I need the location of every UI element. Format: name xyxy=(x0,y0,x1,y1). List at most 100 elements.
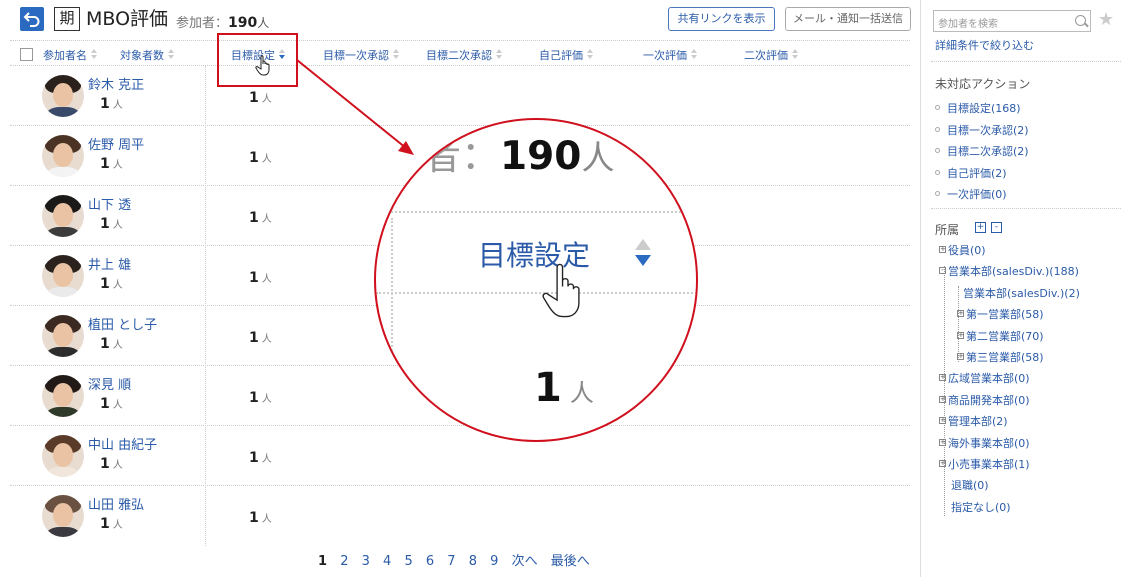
pending-action-goal-second-approval[interactable]: 目標二次承認(2) xyxy=(935,141,1029,163)
goal-setting-count[interactable]: 1人 xyxy=(249,330,272,346)
bullet-icon xyxy=(935,148,940,153)
pagination: 1 2 3 4 5 6 7 8 9 次へ 最後へ xyxy=(318,550,599,569)
org-item[interactable]: + 海外事業本部(0) xyxy=(939,433,1080,454)
column-goal-first-approval[interactable]: 目標一次承認 xyxy=(323,47,400,63)
participant-name-link[interactable]: 井上 雄 xyxy=(88,254,131,273)
goal-setting-count[interactable]: 1人 xyxy=(249,510,272,526)
org-item[interactable]: 営業本部(salesDiv.)(2) xyxy=(939,283,1080,304)
column-goal-second-approval[interactable]: 目標二次承認 xyxy=(426,47,503,63)
expand-icon[interactable]: + xyxy=(939,395,946,403)
next-page-link[interactable]: 次へ xyxy=(512,554,538,569)
count-unit: 人 xyxy=(261,514,272,525)
advanced-filter-link[interactable]: 詳細条件で絞り込む xyxy=(935,37,1034,53)
expand-icon[interactable]: + xyxy=(939,246,946,253)
expand-icon[interactable]: + xyxy=(939,374,946,382)
page-4[interactable]: 4 xyxy=(383,554,391,569)
pending-action-goal-first-approval[interactable]: 目標一次承認(2) xyxy=(935,120,1029,142)
column-label: 一次評価 xyxy=(643,49,687,62)
avatar xyxy=(42,195,84,237)
org-item[interactable]: + 第三営業部(58) xyxy=(939,347,1080,368)
column-self-eval[interactable]: 自己評価 xyxy=(539,47,594,63)
expand-icon[interactable]: + xyxy=(939,417,946,425)
collapse-icon[interactable]: - xyxy=(939,267,946,275)
page-title: MBO評価 xyxy=(86,8,169,30)
page-6[interactable]: 6 xyxy=(426,554,434,569)
back-button[interactable] xyxy=(20,7,44,31)
org-item[interactable]: + 商品開発本部(0) xyxy=(939,390,1080,411)
goal-setting-count[interactable]: 1人 xyxy=(249,390,272,406)
participant-name-link[interactable]: 深見 順 xyxy=(88,374,131,393)
participant-name-link[interactable]: 鈴木 克正 xyxy=(88,74,144,93)
expand-icon[interactable]: + xyxy=(939,438,946,446)
zoom-participants: 者：190人 xyxy=(422,125,614,181)
share-link-button[interactable]: 共有リンクを表示 xyxy=(668,7,775,31)
sort-icon xyxy=(496,49,503,60)
org-title: 所属 xyxy=(935,223,960,237)
bulk-mail-button[interactable]: メール・通知一括送信 xyxy=(785,7,911,31)
target-count: 1人 xyxy=(100,216,123,232)
expand-icon[interactable]: + xyxy=(957,331,964,339)
back-arrow-icon xyxy=(23,12,40,27)
column-target-count[interactable]: 対象者数 xyxy=(120,47,175,63)
participant-name-link[interactable]: 山田 雅弘 xyxy=(88,494,144,513)
column-label: 自己評価 xyxy=(539,49,583,62)
goal-setting-count[interactable]: 1人 xyxy=(249,450,272,466)
org-item[interactable]: + 広域営業本部(0) xyxy=(939,368,1080,389)
goal-setting-count[interactable]: 1人 xyxy=(249,90,272,106)
goal-setting-count[interactable]: 1人 xyxy=(249,210,272,226)
goal-setting-count[interactable]: 1人 xyxy=(249,150,272,166)
org-item[interactable]: + 役員(0) xyxy=(939,240,1080,261)
org-item[interactable]: + 第二営業部(70) xyxy=(939,326,1080,347)
org-item[interactable]: + 第一営業部(58) xyxy=(939,304,1080,325)
count-unit: 人 xyxy=(261,274,272,285)
page-5[interactable]: 5 xyxy=(404,554,412,569)
org-item[interactable]: 退職(0) xyxy=(939,475,1080,496)
avatar xyxy=(42,375,84,417)
zoom-cell-count: 1人 xyxy=(534,365,594,411)
collapse-all-icon[interactable]: - xyxy=(991,222,1002,233)
count-unit: 人 xyxy=(112,100,123,111)
page-8[interactable]: 8 xyxy=(469,554,477,569)
participant-search-input[interactable]: 参加者を検索 xyxy=(933,10,1091,32)
column-label: 二次評価 xyxy=(744,49,788,62)
count-value: 1 xyxy=(249,90,259,106)
zoom-cell-value: 1 xyxy=(534,365,562,411)
last-page-link[interactable]: 最後へ xyxy=(551,554,590,569)
expand-icon[interactable]: + xyxy=(957,353,964,361)
column-participant-name[interactable]: 参加者名 xyxy=(43,47,98,63)
participant-name-link[interactable]: 植田 とし子 xyxy=(88,314,157,333)
participant-name-link[interactable]: 山下 透 xyxy=(88,194,131,213)
pending-action-goal-setting[interactable]: 目標設定(168) xyxy=(935,98,1029,120)
avatar xyxy=(42,495,84,537)
avatar xyxy=(42,315,84,357)
target-count: 1人 xyxy=(100,456,123,472)
org-label: 広域営業本部(0) xyxy=(948,372,1030,386)
count-value: 1 xyxy=(100,396,110,412)
page-2[interactable]: 2 xyxy=(340,554,348,569)
expand-icon[interactable]: + xyxy=(939,460,946,468)
participant-name-link[interactable]: 中山 由紀子 xyxy=(88,434,157,453)
column-first-eval[interactable]: 一次評価 xyxy=(643,47,698,63)
zoom-cell-unit: 人 xyxy=(569,379,594,407)
org-item[interactable]: 指定なし(0) xyxy=(939,497,1080,518)
target-count: 1人 xyxy=(100,156,123,172)
period-badge[interactable]: 期 xyxy=(54,7,80,31)
expand-icon[interactable]: + xyxy=(957,310,964,318)
pending-action-first-eval[interactable]: 一次評価(0) xyxy=(935,184,1029,206)
column-second-eval[interactable]: 二次評価 xyxy=(744,47,799,63)
goal-setting-count[interactable]: 1人 xyxy=(249,270,272,286)
page-9[interactable]: 9 xyxy=(490,554,498,569)
search-icon[interactable] xyxy=(1075,15,1086,26)
org-item[interactable]: + 管理本部(2) xyxy=(939,411,1080,432)
org-item[interactable]: + 小売事業本部(1) xyxy=(939,454,1080,475)
page-7[interactable]: 7 xyxy=(447,554,455,569)
sort-icon xyxy=(691,49,698,60)
count-value: 1 xyxy=(249,390,259,406)
participant-name-link[interactable]: 佐野 周平 xyxy=(88,134,144,153)
pending-action-self-eval[interactable]: 自己評価(2) xyxy=(935,163,1029,185)
select-all-checkbox[interactable] xyxy=(20,48,33,61)
org-item[interactable]: - 営業本部(salesDiv.)(188) xyxy=(939,261,1080,282)
star-icon[interactable]: ★ xyxy=(1098,10,1114,30)
expand-all-icon[interactable]: + xyxy=(975,222,986,233)
page-3[interactable]: 3 xyxy=(362,554,370,569)
